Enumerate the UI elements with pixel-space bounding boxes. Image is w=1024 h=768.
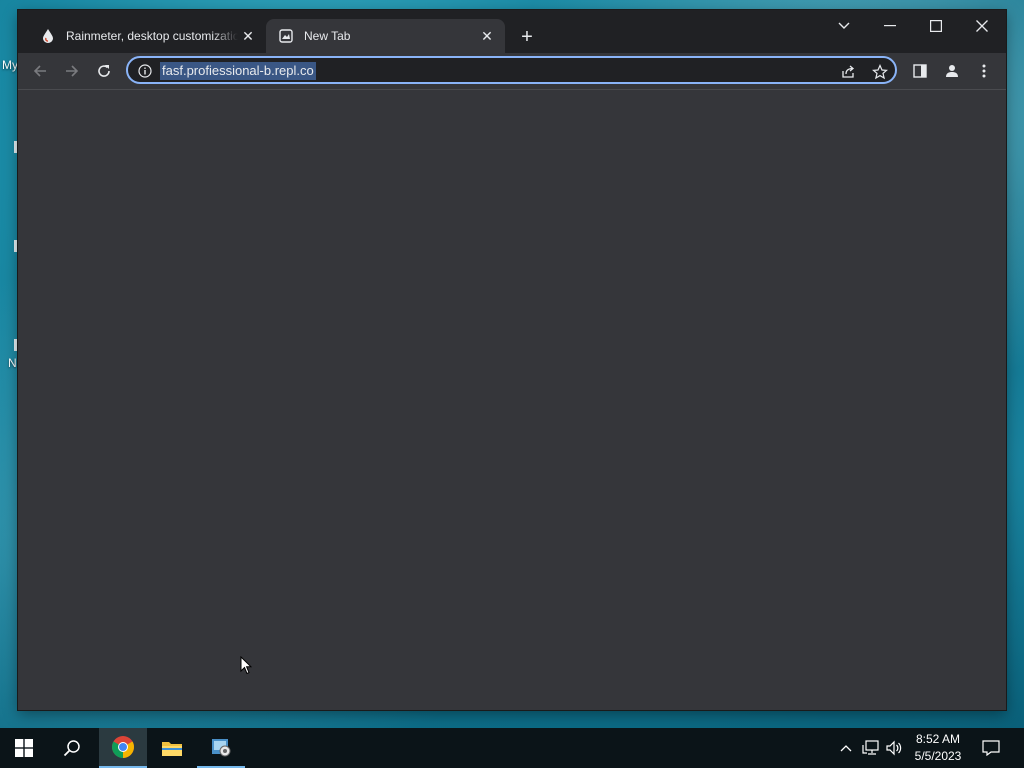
menu-button[interactable] [969, 56, 999, 86]
start-button[interactable] [0, 728, 48, 768]
page-content[interactable] [18, 90, 1006, 710]
tab-title: Rainmeter, desktop customization tool [66, 29, 238, 43]
share-icon[interactable] [837, 61, 859, 83]
minimize-button[interactable] [867, 10, 913, 42]
desktop-icon[interactable] [14, 339, 17, 351]
system-clock[interactable]: 8:52 AM 5/5/2023 [908, 731, 968, 765]
tab-rainmeter[interactable]: Rainmeter, desktop customization tool ✕ [28, 19, 266, 53]
windows-start-icon [15, 739, 33, 757]
browser-window: Rainmeter, desktop customization tool ✕ … [18, 10, 1006, 710]
volume-icon[interactable] [884, 738, 904, 758]
tab-new-tab[interactable]: New Tab ✕ [266, 19, 505, 53]
taskbar-file-explorer[interactable] [148, 728, 196, 768]
close-icon[interactable]: ✕ [238, 26, 258, 46]
maximize-button[interactable] [913, 10, 959, 42]
clock-date: 5/5/2023 [914, 749, 962, 763]
chrome-icon [112, 736, 134, 758]
desktop-icon-label[interactable]: N [8, 356, 17, 370]
maximize-icon [930, 20, 942, 32]
search-button[interactable] [48, 728, 96, 768]
profile-icon [946, 65, 958, 77]
notification-icon[interactable] [981, 738, 1001, 758]
tab-title: New Tab [304, 29, 351, 43]
taskbar-chrome[interactable] [99, 728, 147, 768]
tab-search-button[interactable] [821, 10, 867, 42]
new-tab-page-icon [278, 28, 294, 44]
desktop-icon[interactable] [14, 141, 17, 153]
site-info-icon[interactable] [136, 62, 154, 80]
reload-icon [98, 65, 110, 77]
network-icon[interactable] [861, 738, 881, 758]
mouse-cursor-icon [240, 655, 253, 680]
profile-button[interactable] [937, 56, 967, 86]
close-icon [976, 20, 988, 32]
chevron-down-icon [838, 22, 850, 29]
side-panel-button[interactable] [905, 56, 935, 86]
close-window-button[interactable] [959, 10, 1005, 42]
taskbar-control-panel[interactable] [197, 728, 245, 768]
rainmeter-drop-icon [40, 28, 56, 44]
url-text[interactable]: fasf.profiessional-b.repl.co [160, 62, 316, 80]
minimize-icon [884, 25, 896, 27]
clock-time: 8:52 AM [915, 732, 961, 746]
desktop-icon[interactable] [14, 240, 17, 252]
taskbar: 8:52 AM 5/5/2023 [0, 728, 1024, 768]
forward-button[interactable] [57, 56, 87, 86]
reload-button[interactable] [89, 56, 119, 86]
new-tab-button[interactable]: + [514, 24, 540, 50]
back-arrow-icon [33, 65, 46, 77]
address-bar[interactable]: fasf.profiessional-b.repl.co [126, 56, 897, 84]
back-button[interactable] [25, 56, 55, 86]
close-icon[interactable]: ✕ [477, 26, 497, 46]
desktop-icon-label[interactable]: My [2, 58, 18, 72]
file-explorer-icon [162, 742, 182, 756]
kebab-menu-icon [982, 64, 986, 78]
search-icon [63, 740, 80, 757]
bookmark-star-icon[interactable] [869, 61, 891, 83]
chevron-up-icon[interactable] [836, 738, 856, 758]
control-panel-icon [212, 739, 231, 757]
tab-strip: Rainmeter, desktop customization tool ✕ … [18, 10, 1006, 53]
browser-toolbar: fasf.profiessional-b.repl.co [18, 53, 1006, 90]
side-panel-icon [913, 64, 927, 78]
forward-arrow-icon [66, 65, 79, 77]
